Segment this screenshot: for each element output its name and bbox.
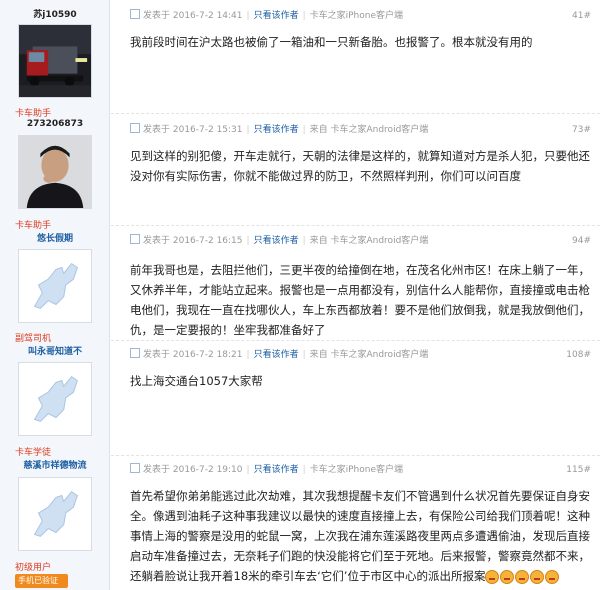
post-date: 发表于 2016-7-2 18:21 — [143, 350, 243, 360]
author-only-link[interactable]: 只看该作者 — [254, 11, 299, 21]
select-checkbox[interactable] — [130, 123, 140, 133]
user-role: 卡车助手 — [15, 221, 52, 231]
post-divider — [111, 340, 600, 341]
author-only-link[interactable]: 只看该作者 — [254, 465, 299, 475]
select-checkbox[interactable] — [130, 463, 140, 473]
post-meta: 发表于 2016-7-2 18:21 | 只看该作者 | 来自 卡车之家Android客… — [130, 348, 428, 362]
post-content: 我前段时间在沪太路也被偷了一箱油和一只新备胎。也报警了。根本就没有用的 — [130, 35, 533, 49]
select-checkbox[interactable] — [130, 9, 140, 19]
author-only-link[interactable]: 只看该作者 — [254, 125, 299, 135]
post-content: 见到这样的别犯傻，开车走就行，天朝的法律是这样的，就算知道对方是杀人犯，只要他还… — [130, 149, 590, 183]
user-role: 卡车助手 — [15, 109, 52, 119]
phone-verified-badge: 手机已验证 — [15, 574, 68, 588]
emoji-row — [485, 567, 560, 587]
user-sidebar: 苏j10590 卡车助手 273206873 卡车助手 悠长假期 副驾司机 叫永… — [0, 0, 110, 590]
post-source: 来自 卡车之家Android客户端 — [309, 125, 429, 135]
post-source: 卡车之家iPhone客户端 — [309, 465, 404, 475]
avatar-person-photo[interactable] — [18, 135, 92, 209]
user-role: 初级用户 — [15, 563, 52, 573]
post-divider — [111, 225, 600, 226]
post-date: 发表于 2016-7-2 14:41 — [143, 11, 243, 21]
post-content: 前年我哥也是，去阻拦他们，三更半夜的给撞倒在地，在茂名化州市区！在床上躺了一年，… — [130, 263, 590, 337]
avatar-truck-photo[interactable] — [18, 24, 92, 98]
select-checkbox[interactable] — [130, 234, 140, 244]
post-source: 卡车之家iPhone客户端 — [309, 11, 404, 21]
floor-number[interactable]: 73# — [572, 123, 591, 137]
floor-number[interactable]: 94# — [572, 234, 591, 248]
avatar-default-map[interactable] — [18, 362, 92, 436]
post-date: 发表于 2016-7-2 19:10 — [143, 465, 243, 475]
select-checkbox[interactable] — [130, 348, 140, 358]
post-source: 来自 卡车之家Android客户端 — [309, 350, 429, 360]
author-only-link[interactable]: 只看该作者 — [254, 236, 299, 246]
username[interactable]: 273206873 — [0, 119, 110, 129]
username[interactable]: 悠长假期 — [0, 231, 110, 244]
post-content: 找上海交通台1057大家帮 — [130, 374, 263, 388]
username[interactable]: 慈溪市祥德物流 — [0, 458, 110, 471]
post-date: 发表于 2016-7-2 15:31 — [143, 125, 243, 135]
user-role: 副驾司机 — [15, 334, 52, 344]
angry-face-icon — [515, 570, 530, 584]
post-meta: 发表于 2016-7-2 19:10 | 只看该作者 | 卡车之家iPhone客户端 — [130, 463, 403, 477]
angry-face-icon — [485, 570, 500, 584]
username[interactable]: 苏j10590 — [0, 7, 110, 20]
angry-face-icon — [545, 570, 560, 584]
username[interactable]: 叫永哥知道不 — [0, 344, 110, 357]
user-role: 卡车学徒 — [15, 448, 52, 458]
floor-number[interactable]: 108# — [566, 348, 591, 362]
post-divider — [111, 455, 600, 456]
angry-face-icon — [530, 570, 545, 584]
post-meta: 发表于 2016-7-2 15:31 | 只看该作者 | 来自 卡车之家Android客… — [130, 123, 428, 137]
post-content: 首先希望你弟弟能逃过此次劫难，其次我想提醒卡友们不管遇到什么状况首先要保证自身安… — [130, 486, 592, 587]
post-divider — [111, 113, 600, 114]
post-meta: 发表于 2016-7-2 14:41 | 只看该作者 | 卡车之家iPhone客户端 — [130, 9, 403, 23]
avatar-default-map[interactable] — [18, 477, 92, 551]
post-source: 来自 卡车之家Android客户端 — [309, 236, 429, 246]
floor-number[interactable]: 115# — [566, 463, 591, 477]
post-date: 发表于 2016-7-2 16:15 — [143, 236, 243, 246]
avatar-default-map[interactable] — [18, 249, 92, 323]
post-meta: 发表于 2016-7-2 16:15 | 只看该作者 | 来自 卡车之家Android客… — [130, 234, 428, 248]
post-list: 发表于 2016-7-2 14:41 | 只看该作者 | 卡车之家iPhone客户端 4… — [111, 0, 600, 590]
author-only-link[interactable]: 只看该作者 — [254, 350, 299, 360]
angry-face-icon — [500, 570, 515, 584]
floor-number[interactable]: 41# — [572, 9, 591, 23]
